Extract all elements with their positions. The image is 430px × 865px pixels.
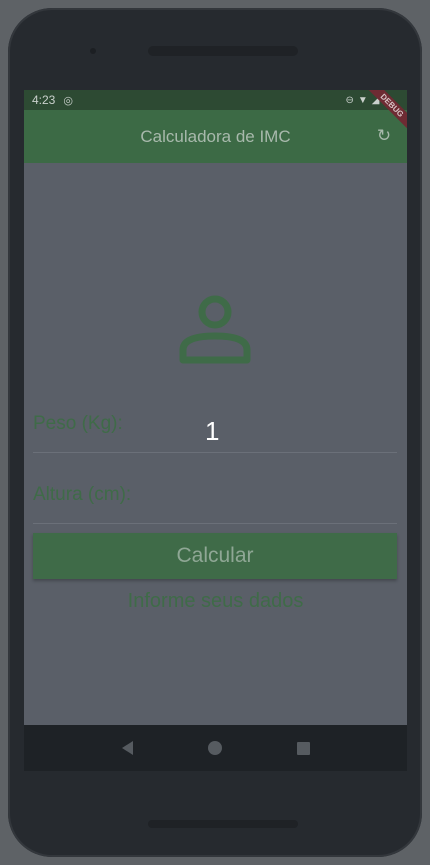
altura-label: Altura (cm): [33,484,132,505]
recent-square-icon[interactable] [296,741,310,755]
app-bar: Calculadora de IMC ↻ [24,110,407,163]
home-circle-icon[interactable] [207,741,222,755]
status-bar: 4:23 ◎ ⊖ ▼ ◢ ▮ [24,90,407,110]
status-time: 4:23 [32,93,56,107]
phone-bottom-grill [148,820,298,828]
back-triangle-icon[interactable] [121,741,133,755]
peso-label: Peso (Kg): [33,413,123,434]
phone-camera [90,48,96,54]
calcular-button[interactable]: Calcular [33,533,397,579]
overlay-number: 1 [205,416,220,446]
wifi-icon: ▼ [357,94,368,106]
device-screen: 4:23 ◎ ⊖ ▼ ◢ ▮ Calculadora de IMC ↻ DEBU… [24,90,407,771]
altura-field[interactable]: Altura (cm): [33,478,397,524]
person-outline-icon [179,295,251,364]
app-bar-title: Calculadora de IMC [140,126,291,146]
dnd-icon: ⊖ [345,94,354,106]
notification-icon: ◎ [63,94,73,107]
phone-speaker [148,46,298,56]
info-text: Informe seus dados [127,590,304,612]
system-nav-bar [24,725,407,771]
refresh-icon[interactable]: ↻ [375,127,393,145]
